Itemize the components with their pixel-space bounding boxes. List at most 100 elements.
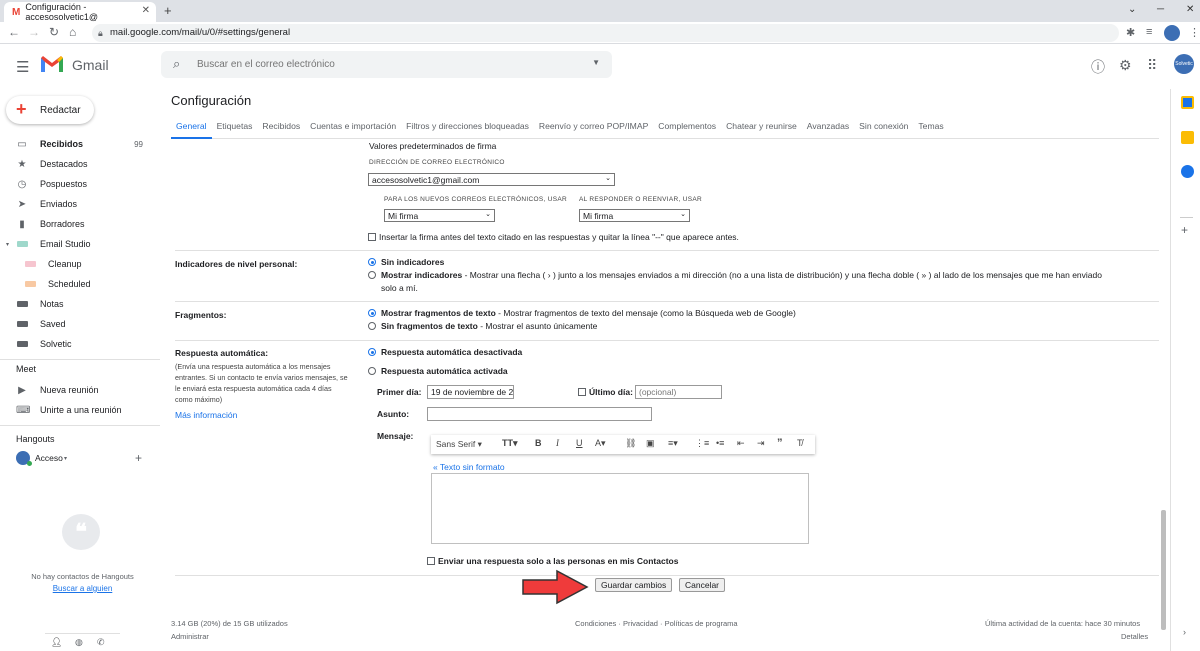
image-icon[interactable]: ▣	[646, 438, 655, 449]
search-icon[interactable]: ⌕	[173, 56, 180, 72]
last-day-checkbox[interactable]	[578, 388, 586, 396]
show-indicators-radio[interactable]	[368, 271, 376, 279]
apps-grid-icon[interactable]: ⠿	[1147, 57, 1157, 74]
profile-avatar[interactable]	[1164, 25, 1180, 41]
chat-icon[interactable]: ◍	[75, 637, 83, 648]
person-icon[interactable]: 👤︎	[51, 637, 62, 648]
tab-inbox[interactable]: Recibidos	[257, 117, 305, 139]
insert-signature-option[interactable]: Insertar la firma antes del texto citado…	[368, 232, 739, 242]
sidebar-item-snoozed[interactable]: ◷ Pospuestos	[0, 174, 155, 194]
more-info-link[interactable]: Más información	[175, 410, 237, 420]
last-day-option[interactable]: Último día:	[578, 387, 633, 397]
manage-storage-link[interactable]: Administrar	[171, 632, 209, 641]
subject-input[interactable]	[427, 407, 652, 421]
reply-signature-select[interactable]: Mi firma ⌄	[579, 209, 690, 222]
forward-icon[interactable]: →	[28, 25, 40, 39]
indent-more-icon[interactable]: ⇥	[757, 438, 765, 449]
text-color-icon[interactable]: A▾	[595, 438, 606, 449]
new-tab-button[interactable]: +	[164, 3, 172, 18]
insert-signature-checkbox[interactable]	[368, 233, 376, 241]
scrollbar[interactable]	[1161, 510, 1166, 630]
search-input[interactable]	[197, 56, 577, 73]
sidebar-item-scheduled[interactable]: Scheduled	[0, 274, 155, 294]
signature-email-select[interactable]: accesosolvetic1@gmail.com ⌄	[368, 173, 615, 186]
home-icon[interactable]: ⌂	[69, 25, 76, 39]
tab-themes[interactable]: Temas	[913, 117, 948, 139]
keep-icon[interactable]	[1181, 131, 1194, 144]
gmail-logo-icon[interactable]	[40, 55, 64, 73]
add-contact-icon[interactable]: +	[135, 451, 142, 465]
autoreply-off-radio[interactable]	[368, 348, 376, 356]
no-indicators-radio[interactable]	[368, 258, 376, 266]
sidebar-item-sent[interactable]: ➤ Enviados	[0, 194, 155, 214]
help-icon[interactable]: ⓘ	[1091, 57, 1105, 77]
first-day-input[interactable]: 19 de noviembre de 2	[427, 385, 514, 399]
search-options-icon[interactable]: ▼	[592, 58, 600, 67]
tab-chat[interactable]: Chatear y reunirse	[721, 117, 802, 139]
url-field[interactable]: 🔒︎ mail.google.com/mail/u/0/#settings/ge…	[92, 24, 1119, 42]
remove-formatting-icon[interactable]: T̸	[797, 438, 803, 448]
chevron-down-icon[interactable]: ▾	[64, 455, 67, 462]
back-icon[interactable]: ←	[8, 25, 20, 39]
footer-links[interactable]: Condiciones · Privacidad · Políticas de …	[575, 619, 738, 628]
sidebar-item-notas[interactable]: Notas	[0, 294, 155, 314]
italic-icon[interactable]: I	[556, 438, 559, 448]
meet-join-meeting[interactable]: ⌨ Unirte a una reunión	[0, 400, 155, 420]
bulleted-list-icon[interactable]: •≡	[716, 438, 724, 448]
browser-tab[interactable]: M Configuración - accesosolvetic1@ ✕	[4, 2, 156, 22]
sidebar-item-cleanup[interactable]: Cleanup	[0, 254, 155, 274]
show-indicators-option[interactable]: Mostrar indicadores - Mostrar una flecha…	[368, 270, 1102, 280]
align-icon[interactable]: ≡▾	[668, 438, 678, 449]
numbered-list-icon[interactable]: ⋮≡	[695, 438, 709, 449]
underline-icon[interactable]: U	[576, 438, 583, 448]
plain-text-link[interactable]: « Texto sin formato	[433, 462, 505, 472]
extensions-icon[interactable]: ✱	[1126, 26, 1135, 39]
quote-icon[interactable]: ”	[777, 437, 783, 449]
phone-icon[interactable]: ✆	[97, 637, 105, 648]
tasks-icon[interactable]	[1181, 165, 1194, 178]
new-emails-signature-select[interactable]: Mi firma ⌄	[384, 209, 495, 222]
sidebar-item-inbox[interactable]: ▭ Recibidos 99	[0, 134, 155, 154]
main-menu-icon[interactable]: ☰	[16, 58, 29, 76]
chevron-right-icon[interactable]: ›	[1183, 627, 1186, 637]
font-size-icon[interactable]: TT▾	[502, 438, 518, 449]
bold-icon[interactable]: B	[535, 438, 542, 448]
indent-less-icon[interactable]: ⇤	[737, 438, 745, 449]
contacts-only-checkbox[interactable]	[427, 557, 435, 565]
hangouts-user[interactable]: Acceso ▾ +	[0, 448, 155, 468]
tab-accounts[interactable]: Cuentas e importación	[305, 117, 401, 139]
chevron-down-icon[interactable]: ⌄	[1128, 4, 1136, 15]
autoreply-off-option[interactable]: Respuesta automática desactivada	[368, 347, 522, 357]
calendar-icon[interactable]	[1181, 96, 1194, 109]
expand-icon[interactable]: ▾	[6, 241, 9, 248]
font-family-select[interactable]: Sans Serif ▾	[436, 439, 482, 450]
compose-button[interactable]: + Redactar	[6, 96, 94, 124]
settings-gear-icon[interactable]: ⚙	[1119, 57, 1132, 74]
meet-new-meeting[interactable]: ▶ Nueva reunión	[0, 380, 155, 400]
close-window-icon[interactable]: ✕	[1186, 4, 1194, 15]
message-editor[interactable]	[431, 473, 809, 544]
add-addon-icon[interactable]: +	[1181, 223, 1188, 237]
no-snippets-option[interactable]: Sin fragmentos de texto - Mostrar el asu…	[368, 321, 597, 331]
save-changes-button[interactable]: Guardar cambios	[595, 578, 673, 592]
link-icon[interactable]: ⛓	[625, 438, 636, 449]
last-day-input[interactable]: (opcional)	[635, 385, 722, 399]
minimize-icon[interactable]: ─	[1157, 4, 1164, 15]
reload-icon[interactable]: ↻	[49, 25, 59, 39]
media-icon[interactable]: ≡	[1146, 26, 1152, 38]
sidebar-item-email-studio[interactable]: ▾ Email Studio	[0, 234, 155, 254]
autoreply-on-option[interactable]: Respuesta automática activada	[368, 366, 508, 376]
sidebar-item-starred[interactable]: ★ Destacados	[0, 154, 155, 174]
tab-general[interactable]: General	[171, 117, 212, 139]
no-snippets-radio[interactable]	[368, 322, 376, 330]
sidebar-item-saved[interactable]: Saved	[0, 314, 155, 334]
tab-addons[interactable]: Complementos	[653, 117, 721, 139]
tab-forwarding[interactable]: Reenvío y correo POP/IMAP	[534, 117, 653, 139]
tab-labels[interactable]: Etiquetas	[212, 117, 258, 139]
show-snippets-radio[interactable]	[368, 309, 376, 317]
details-link[interactable]: Detalles	[1121, 632, 1148, 641]
search-bar[interactable]: ⌕ ▼	[161, 51, 612, 78]
tab-filters[interactable]: Filtros y direcciones bloqueadas	[401, 117, 534, 139]
cancel-button[interactable]: Cancelar	[679, 578, 726, 592]
tab-advanced[interactable]: Avanzadas	[802, 117, 854, 139]
